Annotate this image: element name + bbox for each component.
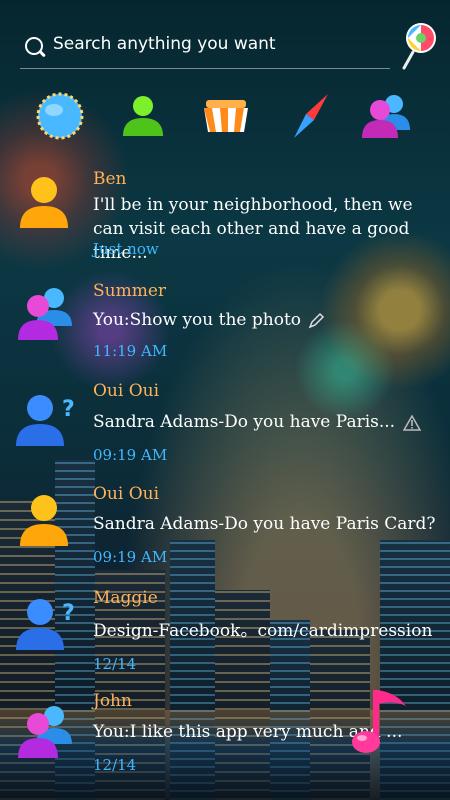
unknown-contact-avatar-icon: ? [16,395,75,446]
compass-icon[interactable] [284,88,340,144]
message-time: 12/14 [93,756,137,774]
message-time: Just now [93,240,159,258]
lollipop-theme-icon[interactable] [401,22,437,70]
group-avatar-icon [18,288,72,340]
group-contacts-icon[interactable] [358,88,414,144]
contact-name: Maggie [93,588,158,608]
send-failed-warning-icon [403,414,422,431]
globe-icon[interactable] [32,88,88,144]
message-time: 11:19 AM [93,342,168,360]
search-input[interactable]: Search anything you want [53,34,276,54]
message-preview: Design-Facebook。com/cardimpression [93,621,433,641]
svg-text:?: ? [62,397,75,422]
contact-avatar-icon [20,495,68,546]
compose-music-note-button[interactable] [348,682,412,762]
message-time: 12/14 [93,655,137,673]
contact-name: John [93,691,132,711]
message-time: 09:19 AM [93,548,168,566]
unknown-contact-avatar-icon: ? [16,599,75,650]
store-icon[interactable] [198,88,254,144]
message-preview: You:Show you the photo [93,308,443,332]
contact-name: Oui Oui [93,484,160,504]
contacts-icon[interactable] [115,88,171,144]
draft-pencil-icon [308,312,325,328]
contact-avatar-icon [20,177,68,228]
group-avatar-icon [18,706,72,758]
message-preview: Sandra Adams-Do you have Paris... [93,410,443,434]
search-icon [25,37,43,55]
contact-name: Oui Oui [93,381,160,401]
contact-name: Summer [93,281,167,301]
shortcut-dock [0,88,450,148]
message-preview: Sandra Adams-Do you have Paris Card? [93,514,436,534]
contact-name: Ben [93,169,127,189]
message-time: 09:19 AM [93,446,168,464]
svg-text:?: ? [62,601,75,626]
search-bar[interactable]: Search anything you want [20,28,390,69]
